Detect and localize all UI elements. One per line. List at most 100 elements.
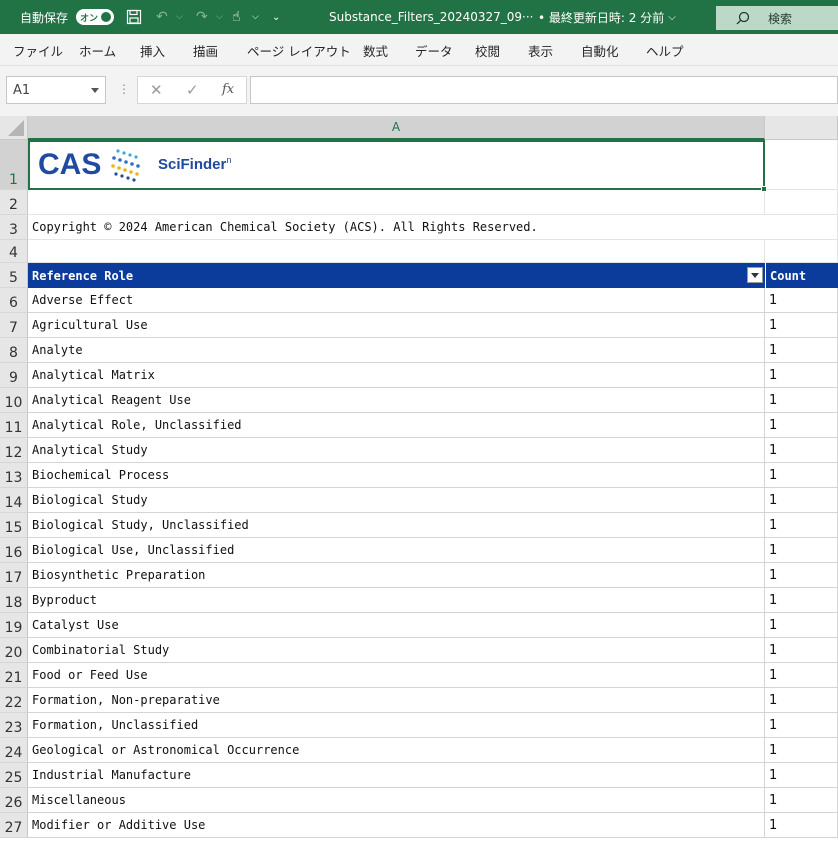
redo-icon[interactable]: ↷ [196,0,208,34]
table-row-count[interactable]: 1 [765,288,838,313]
table-row-role[interactable]: Industrial Manufacture [28,763,765,788]
enter-icon[interactable]: ✓ [186,81,199,99]
table-row-role[interactable]: Analytical Matrix [28,363,765,388]
copyright-cell[interactable]: Copyright © 2024 American Chemical Socie… [28,215,838,240]
table-row-role[interactable]: Analyte [28,338,765,363]
touch-mode-icon[interactable]: ☝ [232,0,241,34]
name-box[interactable]: A1 [6,76,106,104]
row-header[interactable]: 1 [0,140,28,190]
table-row-role[interactable]: Catalyst Use [28,613,765,638]
cell-b1[interactable] [765,140,838,190]
row-header[interactable]: 27 [0,813,28,838]
last-saved-info[interactable]: • 最終更新日時: 2 分前 ⌵ [538,0,676,34]
row-header[interactable]: 13 [0,463,28,488]
table-row-count[interactable]: 1 [765,438,838,463]
row-header[interactable]: 18 [0,588,28,613]
table-row-role[interactable]: Modifier or Additive Use [28,813,765,838]
table-row-role[interactable]: Analytical Reagent Use [28,388,765,413]
row-header[interactable]: 10 [0,388,28,413]
tab-data[interactable]: データ [415,34,453,66]
tab-help[interactable]: ヘルプ [646,34,684,66]
table-row-count[interactable]: 1 [765,338,838,363]
cancel-icon[interactable]: ✕ [150,81,163,99]
table-row-count[interactable]: 1 [765,788,838,813]
table-row-count[interactable]: 1 [765,613,838,638]
table-row-count[interactable]: 1 [765,588,838,613]
table-row-count[interactable]: 1 [765,663,838,688]
row-header[interactable]: 7 [0,313,28,338]
save-icon[interactable] [126,0,142,34]
tab-home[interactable]: ホーム [79,34,116,66]
table-row-count[interactable]: 1 [765,488,838,513]
tab-file[interactable]: ファイル [13,34,63,66]
row-header[interactable]: 22 [0,688,28,713]
table-row-role[interactable]: Agricultural Use [28,313,765,338]
table-row-count[interactable]: 1 [765,463,838,488]
file-name[interactable]: Substance_Filters_20240327_09··· [329,0,534,34]
cell-a2[interactable] [28,190,765,215]
table-row-count[interactable]: 1 [765,563,838,588]
tab-review[interactable]: 校閲 [475,34,500,66]
table-row-role[interactable]: Food or Feed Use [28,663,765,688]
cell-b4[interactable] [765,240,838,263]
table-row-count[interactable]: 1 [765,513,838,538]
filter-dropdown-button[interactable] [747,267,763,283]
table-row-role[interactable]: Formation, Non-preparative [28,688,765,713]
table-row-role[interactable]: Biological Use, Unclassified [28,538,765,563]
table-row-role[interactable]: Biochemical Process [28,463,765,488]
table-row-count[interactable]: 1 [765,313,838,338]
table-row-count[interactable]: 1 [765,763,838,788]
logo-cell[interactable]: CAS SciFindern [28,140,767,192]
row-header[interactable]: 6 [0,288,28,313]
table-row-count[interactable]: 1 [765,538,838,563]
row-header[interactable]: 26 [0,788,28,813]
redo-dropdown-icon[interactable]: ⌵ [216,0,223,34]
table-row-role[interactable]: Combinatorial Study [28,638,765,663]
tab-page-layout[interactable]: ページ レイアウト [247,34,351,66]
tab-draw[interactable]: 描画 [193,34,218,66]
row-header[interactable]: 23 [0,713,28,738]
row-header[interactable]: 20 [0,638,28,663]
row-header[interactable]: 4 [0,240,28,263]
row-header[interactable]: 11 [0,413,28,438]
table-row-role[interactable]: Biological Study, Unclassified [28,513,765,538]
table-row-count[interactable]: 1 [765,713,838,738]
undo-icon[interactable]: ↶ [156,0,168,34]
table-row-role[interactable]: Byproduct [28,588,765,613]
autosave-toggle[interactable]: オン [76,9,114,25]
undo-dropdown-icon[interactable]: ⌵ [176,0,183,34]
row-header[interactable]: 2 [0,190,28,215]
column-header-b[interactable] [765,116,838,140]
table-row-role[interactable]: Biosynthetic Preparation [28,563,765,588]
row-header[interactable]: 8 [0,338,28,363]
search-box[interactable]: 検索 [716,6,838,30]
table-row-count[interactable]: 1 [765,738,838,763]
row-header[interactable]: 3 [0,215,28,240]
table-row-count[interactable]: 1 [765,363,838,388]
row-header[interactable]: 15 [0,513,28,538]
row-header[interactable]: 12 [0,438,28,463]
formula-bar-grip-icon[interactable]: ⋮ [118,82,130,96]
customize-toolbar-icon[interactable]: ⌄ [272,0,280,34]
table-row-role[interactable]: Biological Study [28,488,765,513]
cell-a4[interactable] [28,240,765,263]
tab-formulas[interactable]: 数式 [363,34,388,66]
row-header[interactable]: 19 [0,613,28,638]
row-header[interactable]: 9 [0,363,28,388]
table-row-count[interactable]: 1 [765,638,838,663]
table-row-role[interactable]: Miscellaneous [28,788,765,813]
row-header[interactable]: 17 [0,563,28,588]
table-row-count[interactable]: 1 [765,813,838,838]
table-row-count[interactable]: 1 [765,388,838,413]
formula-input[interactable] [250,76,838,104]
table-row-role[interactable]: Adverse Effect [28,288,765,313]
table-row-role[interactable]: Analytical Study [28,438,765,463]
table-row-count[interactable]: 1 [765,413,838,438]
table-row-role[interactable]: Analytical Role, Unclassified [28,413,765,438]
table-header-count[interactable]: Count [765,263,838,288]
column-header-a[interactable]: A [28,116,765,140]
table-header-role[interactable]: Reference Role [28,263,765,288]
tab-automate[interactable]: 自動化 [581,34,619,66]
row-header[interactable]: 5 [0,263,28,288]
row-header[interactable]: 25 [0,763,28,788]
